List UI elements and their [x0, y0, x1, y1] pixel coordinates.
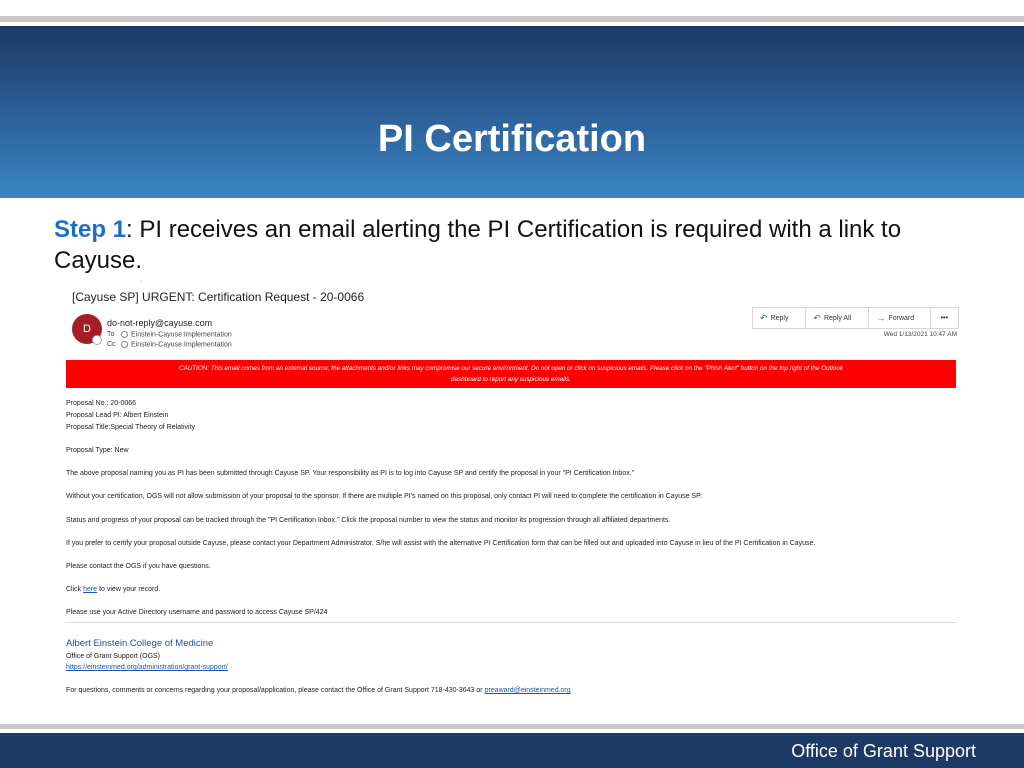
caution-text-line1: CAUTION: This email comes from an extern…	[179, 365, 843, 372]
proposal-type: Proposal Type: New	[66, 447, 129, 454]
signature-divider	[66, 622, 956, 623]
recipient-icon	[121, 341, 128, 348]
presence-icon	[92, 335, 102, 345]
bottom-divider	[0, 724, 1024, 729]
signature-questions: For questions, comments or concerns rega…	[66, 687, 571, 694]
slide-footer: Office of Grant Support	[0, 733, 1024, 768]
caution-banner: CAUTION: This email comes from an extern…	[66, 360, 956, 388]
reply-all-icon: ↶	[813, 312, 821, 323]
step-description: Step 1: PI receives an email alerting th…	[54, 214, 974, 276]
step-text: : PI receives an email alerting the PI C…	[54, 216, 902, 274]
to-label: To	[107, 331, 115, 339]
decorative-mark: ~	[140, 279, 143, 285]
here-link[interactable]: here	[83, 586, 97, 593]
body-paragraph: Please use your Active Directory usernam…	[66, 609, 328, 616]
proposal-number: Proposal No.: 20-0066	[66, 400, 137, 407]
caution-text-line2: dashboard to report any suspicious email…	[451, 376, 571, 383]
forward-button[interactable]: → Forward	[869, 308, 931, 328]
to-row: To Einstein-Cayuse Implementation	[107, 331, 232, 338]
signature-name: Albert Einstein College of Medicine	[66, 638, 214, 649]
click-prefix: Click	[66, 586, 84, 593]
reply-label: Reply	[770, 314, 789, 322]
email-date: Wed 1/13/2021 10:47 AM	[883, 331, 957, 338]
body-paragraph: Status and progress of your proposal can…	[66, 517, 671, 524]
reply-all-label: Reply All	[823, 314, 852, 322]
reply-button[interactable]: ↶ Reply	[753, 308, 807, 328]
forward-icon: →	[876, 313, 886, 323]
questions-text: For questions, comments or concerns rega…	[66, 687, 485, 694]
top-divider	[0, 16, 1024, 22]
email-subject: [Cayuse SP] URGENT: Certification Reques…	[72, 290, 365, 304]
slide-header: PI Certification	[0, 26, 1024, 198]
signature-office: Office of Grant Support (OGS)	[66, 653, 161, 660]
body-paragraph: If you prefer to certify your proposal o…	[66, 540, 816, 547]
cc-label: Cc	[107, 341, 116, 349]
email-actions-bar: ↶ Reply ↶ Reply All → Forward •••	[752, 307, 959, 329]
body-paragraph: Without your certification, OGS will not…	[66, 493, 702, 500]
reply-all-button[interactable]: ↶ Reply All	[806, 308, 870, 328]
more-actions-button[interactable]: •••	[931, 308, 958, 328]
recipient-icon	[121, 331, 128, 338]
signature-url-link[interactable]: https://einsteinmed.org/administration/g…	[66, 664, 228, 671]
footer-text: Office of Grant Support	[791, 741, 976, 761]
to-recipient[interactable]: Einstein-Cayuse Implementation	[131, 331, 232, 338]
body-paragraph: The above proposal naming you as PI has …	[66, 470, 635, 477]
proposal-lead-pi: Proposal Lead PI: Albert Einstein	[66, 412, 169, 419]
slide-title: PI Certification	[377, 118, 647, 160]
step-label: Step 1	[54, 216, 127, 243]
click-here-line: Click here to view your record.	[66, 586, 160, 593]
cc-row: Cc Einstein-Cayuse Implementation	[107, 341, 232, 348]
forward-label: Forward	[888, 314, 915, 322]
sender-address: do-not-reply@cayuse.com	[107, 318, 213, 328]
click-suffix: to view your record.	[97, 586, 161, 593]
reply-icon: ↶	[760, 312, 768, 323]
body-paragraph: Please contact the OGS if you have quest…	[66, 563, 211, 570]
proposal-title: Proposal Title:Special Theory of Relativ…	[66, 424, 196, 431]
preaward-email-link[interactable]: preaward@einsteinmed.org	[485, 687, 571, 694]
cc-recipient[interactable]: Einstein-Cayuse Implementation	[131, 341, 232, 348]
